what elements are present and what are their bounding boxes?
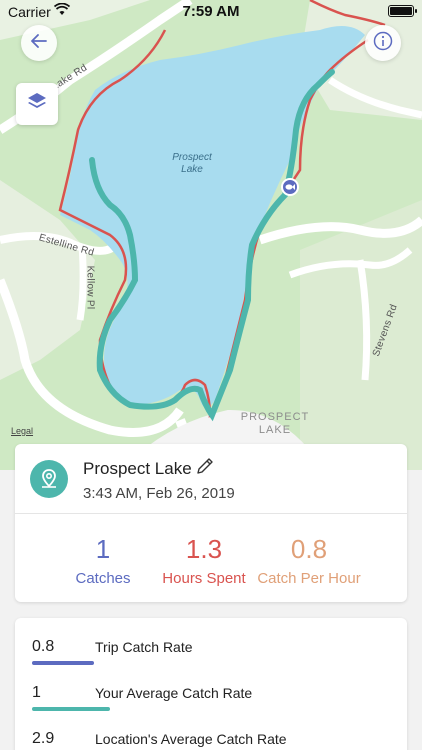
rate-value: 1 bbox=[32, 684, 41, 701]
map-view[interactable]: Carrier 7:59 AM Lake Rd Estelline Rd Kel… bbox=[0, 0, 422, 470]
rate-label: Location's Average Catch Rate bbox=[95, 731, 287, 747]
info-icon bbox=[373, 31, 393, 56]
stat-catch-per-hour: 0.8 Catch Per Hour bbox=[253, 534, 365, 587]
rate-value: 0.8 bbox=[32, 638, 55, 655]
map-layers-button[interactable] bbox=[16, 83, 58, 125]
divider bbox=[15, 513, 407, 514]
map-canvas bbox=[0, 0, 422, 470]
stat-value: 0.8 bbox=[290, 534, 328, 564]
stat-label: Catches bbox=[75, 570, 131, 587]
catch-marker[interactable] bbox=[281, 178, 299, 196]
lake-label-upper: PROSPECT LAKE bbox=[240, 411, 310, 436]
stat-label: Hours Spent bbox=[162, 570, 246, 587]
info-button[interactable] bbox=[365, 25, 401, 61]
layers-icon bbox=[26, 91, 48, 118]
location-pin-icon bbox=[30, 460, 68, 498]
edit-pencil-icon[interactable] bbox=[195, 456, 215, 481]
clock: 7:59 AM bbox=[182, 3, 240, 20]
rate-row-trip: 0.8 Trip Catch Rate bbox=[15, 618, 407, 665]
rate-row-your-average: 1 Your Average Catch Rate bbox=[15, 664, 407, 711]
back-arrow-icon bbox=[31, 33, 47, 53]
stat-label: Catch Per Hour bbox=[257, 570, 361, 587]
stat-value: 1 bbox=[95, 534, 111, 564]
stat-catches: 1 Catches bbox=[65, 534, 141, 587]
catch-rates-card: 0.8 Trip Catch Rate 1 Your Average Catch… bbox=[15, 618, 407, 750]
location-timestamp: 3:43 AM, Feb 26, 2019 bbox=[83, 485, 235, 502]
status-bar: Carrier 7:59 AM bbox=[0, 0, 422, 22]
legal-link[interactable]: Legal bbox=[11, 426, 33, 436]
rate-row-location-average: 2.9 Location's Average Catch Rate bbox=[15, 710, 407, 750]
back-button[interactable] bbox=[21, 25, 57, 61]
rate-value: 2.9 bbox=[32, 730, 55, 747]
battery-icon bbox=[388, 5, 417, 17]
location-name: Prospect Lake bbox=[83, 459, 192, 478]
road-label: Kellow Pl bbox=[84, 265, 96, 310]
location-card: Prospect Lake 3:43 AM, Feb 26, 2019 1 Ca… bbox=[15, 444, 407, 602]
fish-icon bbox=[285, 178, 295, 196]
stat-value: 1.3 bbox=[185, 534, 223, 564]
lake-label: Prospect Lake bbox=[172, 152, 212, 175]
rate-label: Your Average Catch Rate bbox=[95, 685, 253, 701]
rate-label: Trip Catch Rate bbox=[95, 639, 193, 655]
stat-hours-spent: 1.3 Hours Spent bbox=[154, 534, 254, 587]
